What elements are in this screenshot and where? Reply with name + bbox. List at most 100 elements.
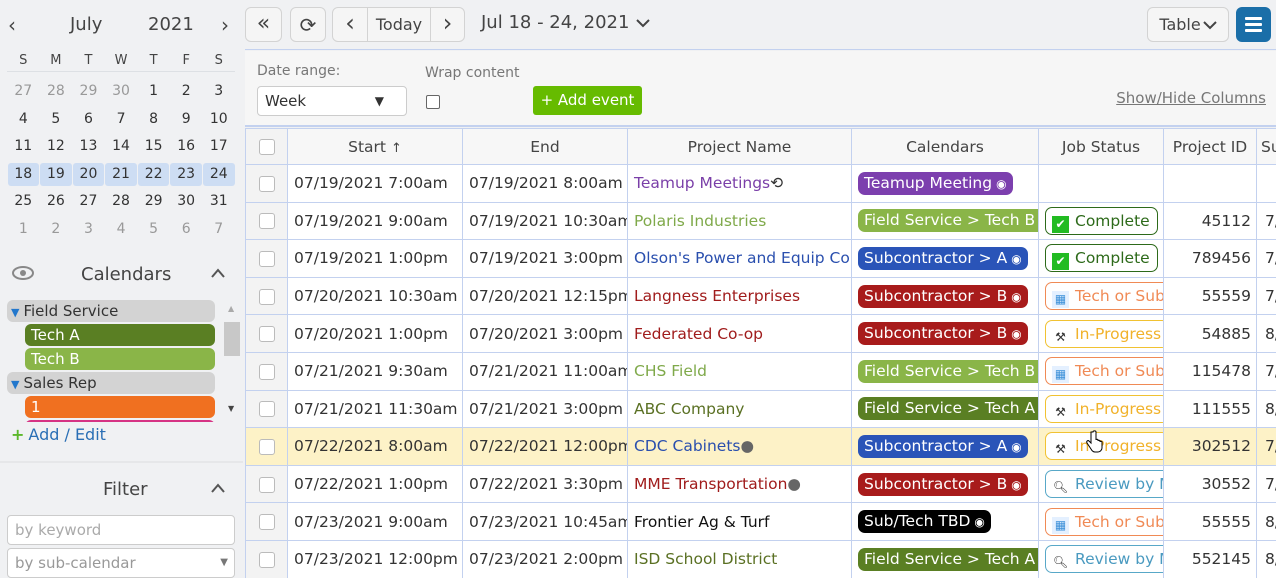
calendar-badge[interactable]: Field Service > Tech A◉ (858, 547, 1038, 571)
job-status-badge[interactable]: 🔍︎ Review by M (1045, 545, 1163, 574)
day-cell[interactable]: 2 (40, 218, 72, 241)
project-name[interactable]: CHS Field (634, 362, 707, 380)
day-cell[interactable]: 26 (40, 190, 72, 213)
row-checkbox[interactable] (258, 363, 275, 380)
project-name-cell[interactable]: Olson's Power and Equip Co (627, 239, 852, 278)
day-cell[interactable]: 8 (138, 108, 170, 131)
day-cell[interactable]: 20 (72, 162, 105, 186)
job-status-badge[interactable]: ⚒ In-Progress (1045, 432, 1163, 461)
table-row[interactable]: 07/19/2021 1:00pm 07/19/2021 3:00pm Olso… (245, 239, 1276, 278)
day-cell[interactable]: 30 (170, 190, 202, 213)
eye-icon[interactable] (12, 266, 34, 284)
table-row[interactable]: 07/20/2021 1:00pm 07/20/2021 3:00pm Fede… (245, 314, 1276, 353)
calendar-badge[interactable]: Subcontractor > B ◉ (858, 472, 1028, 496)
date-range-select[interactable]: Week ▼ (257, 86, 407, 116)
day-cell[interactable]: 6 (73, 108, 105, 131)
calendar-item[interactable]: 1 (25, 396, 215, 418)
day-cell[interactable]: 16 (170, 135, 202, 158)
calendar-item[interactable]: Tech A (25, 324, 215, 346)
day-cell[interactable]: 6 (170, 218, 202, 241)
refresh-button[interactable]: ⟳ (290, 7, 326, 42)
job-status-badge[interactable]: ⚒ In-Progress (1045, 394, 1163, 423)
calendar-badge[interactable]: Subcontractor > B ◉ (858, 284, 1028, 308)
day-cell[interactable]: 5 (138, 218, 170, 241)
day-cell[interactable]: 28 (40, 80, 72, 103)
view-selector[interactable]: Table (1147, 7, 1229, 42)
add-event-button[interactable]: + Add event (533, 86, 642, 115)
project-name[interactable]: ABC Company (634, 400, 744, 418)
wrap-content-checkbox[interactable] (426, 95, 440, 109)
table-row[interactable]: 07/23/2021 12:00pm 07/23/2021 2:00pm ISD… (245, 539, 1276, 578)
project-name[interactable]: CDC Cabinets (634, 437, 741, 455)
day-cell[interactable]: 29 (73, 80, 105, 103)
project-name-cell[interactable]: ISD School District (627, 539, 852, 578)
project-name[interactable]: Langness Enterprises (634, 287, 800, 305)
job-status-badge[interactable]: ⚒ In-Progress (1045, 319, 1163, 348)
calendar-badge[interactable]: Subcontractor > B ◉ (858, 322, 1028, 346)
today-button[interactable]: Today (367, 8, 430, 41)
table-row[interactable]: 07/22/2021 1:00pm 07/22/2021 3:30pm MME … (245, 464, 1276, 504)
prev-period-button[interactable]: ‹ (333, 8, 367, 41)
calendar-badge[interactable]: Field Service > Tech A◉ (858, 397, 1038, 421)
add-edit-calendars-link[interactable]: + Add / Edit (11, 425, 106, 444)
project-name-cell[interactable]: MME Transportation● (627, 464, 852, 504)
day-cell[interactable]: 11 (8, 135, 40, 158)
job-status-badge[interactable]: ✔ Complete (1045, 244, 1158, 273)
project-name[interactable]: Polaris Industries (634, 212, 766, 230)
day-cell[interactable]: 19 (40, 162, 72, 186)
column-header-end[interactable]: End (462, 128, 628, 165)
table-row[interactable]: 07/22/2021 8:00am 07/22/2021 12:00pm CDC… (245, 427, 1276, 466)
day-cell[interactable]: 30 (105, 80, 137, 103)
day-cell[interactable]: 9 (170, 108, 202, 131)
project-name-cell[interactable]: Frontier Ag & Turf (627, 502, 852, 541)
column-header-start[interactable]: Start ↑ (287, 128, 463, 165)
select-all-checkbox[interactable] (258, 139, 275, 155)
project-name-cell[interactable]: CHS Field (627, 351, 852, 391)
day-cell[interactable]: 5 (40, 108, 72, 131)
table-row[interactable]: 07/19/2021 9:00am 07/19/2021 10:30am Pol… (245, 201, 1276, 241)
expand-triangle-icon[interactable]: ▼ (11, 306, 19, 319)
row-checkbox[interactable] (258, 175, 275, 192)
job-status-badge[interactable]: 🔍︎ Review by M (1045, 470, 1163, 499)
job-status-badge[interactable]: ✔ Complete (1045, 206, 1158, 235)
collapse-sidebar-button[interactable]: « (245, 7, 282, 42)
project-name[interactable]: Olson's Power and Equip Co (634, 249, 850, 267)
job-status-badge[interactable]: ▦ Tech or Sub (1045, 507, 1163, 536)
day-cell[interactable]: 15 (138, 135, 170, 158)
expand-triangle-icon[interactable]: ▼ (11, 378, 19, 391)
column-header-calendars[interactable]: Calendars (851, 128, 1039, 165)
collapse-calendars-icon[interactable] (210, 264, 226, 283)
project-name-cell[interactable]: Teamup Meetings⟲ (627, 164, 852, 203)
show-hide-columns-link[interactable]: Show/Hide Columns (1116, 89, 1266, 107)
day-cell[interactable]: 2 (170, 80, 202, 103)
day-cell[interactable]: 3 (203, 80, 235, 103)
keyword-filter-input[interactable] (7, 515, 235, 545)
project-name[interactable]: Teamup Meetings (634, 174, 770, 192)
day-cell[interactable]: 13 (73, 135, 105, 158)
day-cell[interactable]: 27 (8, 80, 40, 103)
day-cell[interactable]: 1 (138, 80, 170, 103)
project-name[interactable]: MME Transportation (634, 475, 787, 493)
next-period-button[interactable]: › (430, 8, 464, 41)
project-name[interactable]: Federated Co-op (634, 325, 763, 343)
calendar-group[interactable]: ▼ Field Service (7, 300, 215, 322)
day-cell[interactable]: 7 (105, 108, 137, 131)
hamburger-menu-button[interactable] (1236, 7, 1271, 42)
job-status-badge[interactable]: ▦ Tech or Sub (1045, 282, 1163, 311)
day-cell[interactable]: 1 (8, 218, 40, 241)
project-name-cell[interactable]: Federated Co-op (627, 314, 852, 353)
project-name-cell[interactable]: CDC Cabinets● (627, 427, 852, 466)
calendar-badge[interactable]: Field Service > Tech B◉ (858, 209, 1038, 233)
row-checkbox[interactable] (258, 213, 275, 230)
collapse-filter-icon[interactable] (210, 479, 226, 498)
project-name-cell[interactable]: Langness Enterprises (627, 276, 852, 316)
subcalendar-filter-select[interactable]: by sub-calendar ▼ (7, 548, 235, 578)
calendar-group[interactable]: ▼ Sales Rep (7, 372, 215, 394)
project-name-cell[interactable]: ABC Company (627, 389, 852, 429)
calendar-badge[interactable]: Field Service > Tech B◉ (858, 359, 1038, 383)
table-row[interactable]: 07/19/2021 7:00am 07/19/2021 8:00am Team… (245, 164, 1276, 203)
day-cell[interactable]: 4 (8, 108, 40, 131)
calendar-badge[interactable]: Subcontractor > A ◉ (858, 434, 1028, 458)
calendar-item[interactable] (25, 420, 215, 422)
table-row[interactable]: 07/21/2021 11:30am 07/21/2021 3:00pm ABC… (245, 389, 1276, 429)
